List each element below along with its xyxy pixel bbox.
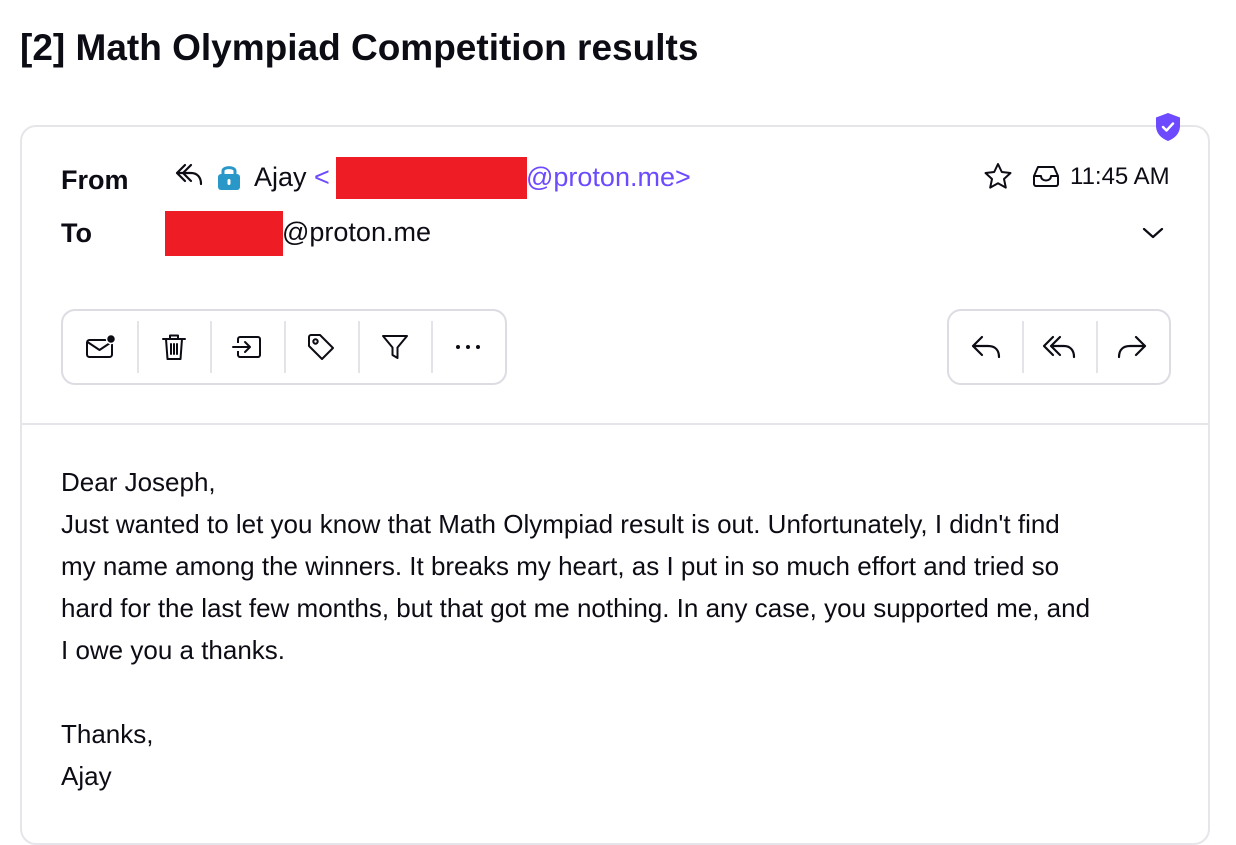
message-time: 11:45 AM xyxy=(1070,163,1170,190)
to-label: To xyxy=(61,218,92,248)
reply-actions-toolbar xyxy=(947,309,1171,385)
mark-unread-button[interactable] xyxy=(63,311,137,383)
body-signoff: Thanks, xyxy=(61,719,154,749)
reply-all-button[interactable] xyxy=(1022,311,1095,383)
body-signature: Ajay xyxy=(61,761,112,791)
body-line: I owe you a thanks. xyxy=(61,635,286,665)
from-label: From xyxy=(61,165,129,195)
header-divider xyxy=(21,423,1210,425)
forward-button[interactable] xyxy=(1095,311,1169,383)
label-button[interactable] xyxy=(284,311,358,383)
move-to-folder-icon xyxy=(232,336,262,358)
lock-icon xyxy=(218,166,240,190)
sender-address-domain[interactable]: @proton.me> xyxy=(526,162,691,193)
replied-icon xyxy=(175,163,203,186)
message-body: Dear Joseph, Just wanted to let you know… xyxy=(61,461,1191,797)
body-line: hard for the last few months, but that g… xyxy=(61,593,1091,623)
filter-icon xyxy=(381,335,408,359)
reply-icon xyxy=(971,335,1000,359)
more-actions-button[interactable] xyxy=(431,311,505,383)
reply-all-icon xyxy=(1042,335,1076,359)
body-line: my name among the winners. It breaks my … xyxy=(61,551,1060,581)
message-actions-toolbar xyxy=(61,309,507,385)
mark-unread-icon xyxy=(85,333,116,358)
sender-address-open: < xyxy=(314,162,330,192)
forward-icon xyxy=(1118,335,1147,359)
more-icon xyxy=(456,345,481,349)
recipient-address-domain[interactable]: @proton.me xyxy=(282,217,431,248)
encryption-shield-icon xyxy=(1156,113,1180,141)
body-greeting: Dear Joseph, xyxy=(61,467,216,497)
sender-name: Ajay xyxy=(254,162,307,192)
move-to-folder-button[interactable] xyxy=(210,311,284,383)
reply-button[interactable] xyxy=(949,311,1022,383)
body-line: Just wanted to let you know that Math Ol… xyxy=(61,509,1060,539)
trash-icon xyxy=(161,334,186,360)
inbox-icon xyxy=(1033,166,1059,187)
chevron-down-icon[interactable] xyxy=(1141,225,1165,241)
redaction-block xyxy=(165,211,283,256)
label-icon xyxy=(307,334,334,360)
star-icon[interactable] xyxy=(983,162,1013,190)
email-subject: [2] Math Olympiad Competition results xyxy=(20,27,699,68)
sender[interactable]: Ajay < xyxy=(254,162,330,193)
redaction-block xyxy=(336,157,527,199)
delete-button[interactable] xyxy=(136,311,211,383)
filter-button[interactable] xyxy=(357,311,432,383)
